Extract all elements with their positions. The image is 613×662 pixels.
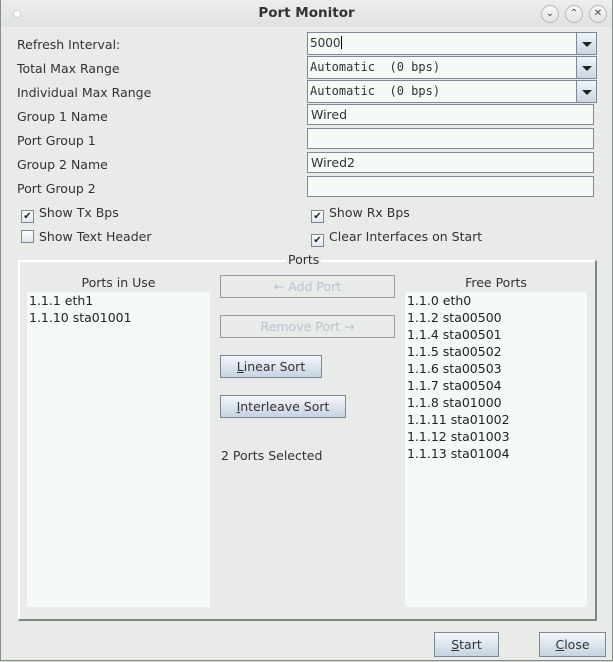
port-group2-label: Port Group 2 xyxy=(17,181,96,196)
start-button[interactable]: Start xyxy=(434,632,499,657)
remove-port-button[interactable]: Remove Port → xyxy=(220,315,395,338)
checkbox-unchecked-icon[interactable] xyxy=(21,230,34,243)
individual-max-range-value: Automatic (0 bps) xyxy=(310,84,441,98)
list-item[interactable]: 1.1.1 eth1 xyxy=(27,292,210,309)
total-max-range-combo[interactable]: Automatic (0 bps) xyxy=(307,56,597,79)
chevron-down-icon[interactable] xyxy=(576,57,596,78)
list-item[interactable]: 1.1.0 eth0 xyxy=(405,292,587,309)
port-group2-input[interactable] xyxy=(307,176,594,197)
total-max-range-label: Total Max Range xyxy=(17,61,120,76)
port-group1-input[interactable] xyxy=(307,128,594,149)
interleave-sort-button[interactable]: Interleave Sort xyxy=(220,395,346,418)
list-item[interactable]: 1.1.6 sta00503 xyxy=(405,360,587,377)
add-port-button[interactable]: ← Add Port xyxy=(220,275,395,298)
minimize-button[interactable]: ⌄ xyxy=(541,5,559,23)
individual-max-range-combo[interactable]: Automatic (0 bps) xyxy=(307,80,597,103)
ports-in-use-list[interactable]: 1.1.1 eth1 1.1.10 sta01001 xyxy=(27,292,210,607)
total-max-range-value: Automatic (0 bps) xyxy=(310,60,441,74)
list-item[interactable]: 1.1.12 sta01003 xyxy=(405,428,587,445)
list-item[interactable]: 1.1.4 sta00501 xyxy=(405,326,587,343)
refresh-interval-combo[interactable]: 5000 xyxy=(307,32,597,55)
title-bar[interactable]: Port Monitor ⌄ ⌃ ✕ xyxy=(1,0,612,27)
ports-in-use-header: Ports in Use xyxy=(81,275,156,290)
group1-name-label: Group 1 Name xyxy=(17,109,108,124)
list-item[interactable]: 1.1.11 sta01002 xyxy=(405,411,587,428)
list-item[interactable]: 1.1.7 sta00504 xyxy=(405,377,587,394)
close-button[interactable]: Close xyxy=(539,632,606,657)
chevron-down-icon[interactable] xyxy=(576,33,596,54)
group2-name-input[interactable]: Wired2 xyxy=(307,152,594,173)
list-item[interactable]: 1.1.8 sta01000 xyxy=(405,394,587,411)
show-tx-bps-checkbox[interactable]: ✔ Show Tx Bps xyxy=(21,205,119,223)
checkbox-checked-icon[interactable]: ✔ xyxy=(21,210,34,223)
list-item[interactable]: 1.1.2 sta00500 xyxy=(405,309,587,326)
refresh-interval-value[interactable]: 5000 xyxy=(310,36,342,50)
port-monitor-window: Port Monitor ⌄ ⌃ ✕ Refresh Interval: Tot… xyxy=(0,0,613,661)
ports-selected-status: 2 Ports Selected xyxy=(221,448,323,463)
clear-interfaces-checkbox[interactable]: ✔ Clear Interfaces on Start xyxy=(311,229,482,247)
free-ports-list[interactable]: 1.1.0 eth0 1.1.2 sta00500 1.1.4 sta00501 1.… xyxy=(405,292,587,607)
list-item[interactable]: 1.1.5 sta00502 xyxy=(405,343,587,360)
group2-name-label: Group 2 Name xyxy=(17,157,108,172)
show-text-header-checkbox[interactable]: Show Text Header xyxy=(21,229,151,244)
list-item[interactable]: 1.1.13 sta01004 xyxy=(405,445,587,462)
chevron-down-icon[interactable] xyxy=(576,81,596,102)
list-item[interactable]: 1.1.10 sta01001 xyxy=(27,309,210,326)
individual-max-range-label: Individual Max Range xyxy=(17,85,152,100)
checkbox-checked-icon[interactable]: ✔ xyxy=(311,210,324,223)
free-ports-header: Free Ports xyxy=(465,275,527,290)
window-title: Port Monitor xyxy=(258,5,355,21)
group1-name-input[interactable]: Wired xyxy=(307,104,594,125)
show-rx-bps-checkbox[interactable]: ✔ Show Rx Bps xyxy=(311,205,410,223)
checkbox-checked-icon[interactable]: ✔ xyxy=(311,234,324,247)
maximize-button[interactable]: ⌃ xyxy=(565,5,583,23)
linear-sort-button[interactable]: Linear Sort xyxy=(220,355,322,378)
close-window-button[interactable]: ✕ xyxy=(589,5,607,23)
ports-group-title: Ports xyxy=(286,252,322,267)
refresh-interval-label: Refresh Interval: xyxy=(17,37,121,52)
port-group1-label: Port Group 1 xyxy=(17,133,96,148)
